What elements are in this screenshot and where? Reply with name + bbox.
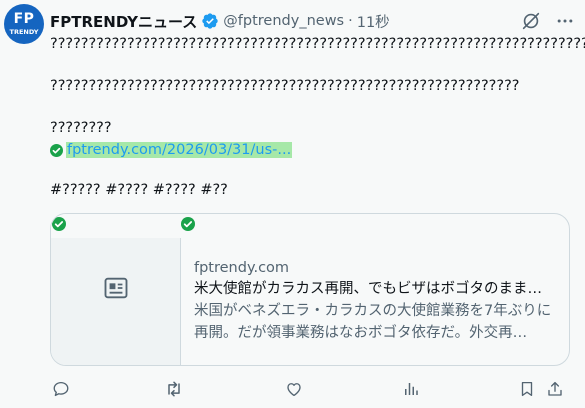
more-icon[interactable] (554, 10, 576, 32)
link-preview-card[interactable]: fptrendy.com 米大使館がカラカス再開、でもビザはボゴタのまま… 米国… (50, 213, 570, 366)
avatar-text-trendy: TRENDY (9, 28, 39, 37)
post-text-line-1: ????????????????????????????????????????… (50, 36, 585, 52)
post-header: FPTRENDYニュース @fptrendy_news · 11秒 (50, 11, 390, 31)
card-text: fptrendy.com 米大使館がカラカス再開、でもビザはボゴタのまま… 米国… (194, 258, 559, 344)
post-link[interactable]: fptrendy.com/2026/03/31/us-... (66, 142, 293, 158)
link-row: fptrendy.com/2026/03/31/us-... (50, 140, 293, 160)
separator-dot: · (348, 13, 353, 29)
action-bar (50, 378, 570, 402)
repost-icon[interactable] (163, 378, 185, 400)
bookmark-icon[interactable] (516, 378, 538, 400)
article-icon (102, 274, 130, 306)
verified-badge-icon[interactable] (201, 12, 219, 30)
card-title: 米大使館がカラカス再開、でもビザはボゴタのまま… (194, 281, 542, 297)
card-thumbnail (51, 214, 181, 365)
thumbnail-top-strip (51, 214, 181, 238)
like-icon[interactable] (283, 378, 305, 400)
author-handle[interactable]: @fptrendy_news (223, 13, 344, 29)
grok-icon[interactable] (520, 10, 542, 32)
avatar-text-fp: FP (13, 11, 35, 28)
card-domain: fptrendy.com (194, 260, 290, 276)
reply-icon[interactable] (50, 378, 72, 400)
post-text-line-2: ????????????????????????????????????????… (50, 78, 520, 94)
post-hashtags[interactable]: #????? #???? #???? #?? (50, 182, 228, 198)
share-icon[interactable] (544, 378, 566, 400)
views-icon[interactable] (400, 378, 422, 400)
post-time[interactable]: 11秒 (357, 11, 390, 32)
author-avatar[interactable]: FP TRENDY (4, 4, 44, 44)
author-name[interactable]: FPTRENDYニュース (50, 11, 197, 32)
card-description: 米国がベネズエラ・カラカスの大使館業務を7年ぶりに再開。だが領事業務はなおボゴタ… (194, 303, 552, 341)
check-icon (181, 216, 195, 231)
check-icon (50, 143, 63, 157)
post-text-line-3: ???????? (50, 120, 112, 136)
check-icon (52, 216, 66, 231)
